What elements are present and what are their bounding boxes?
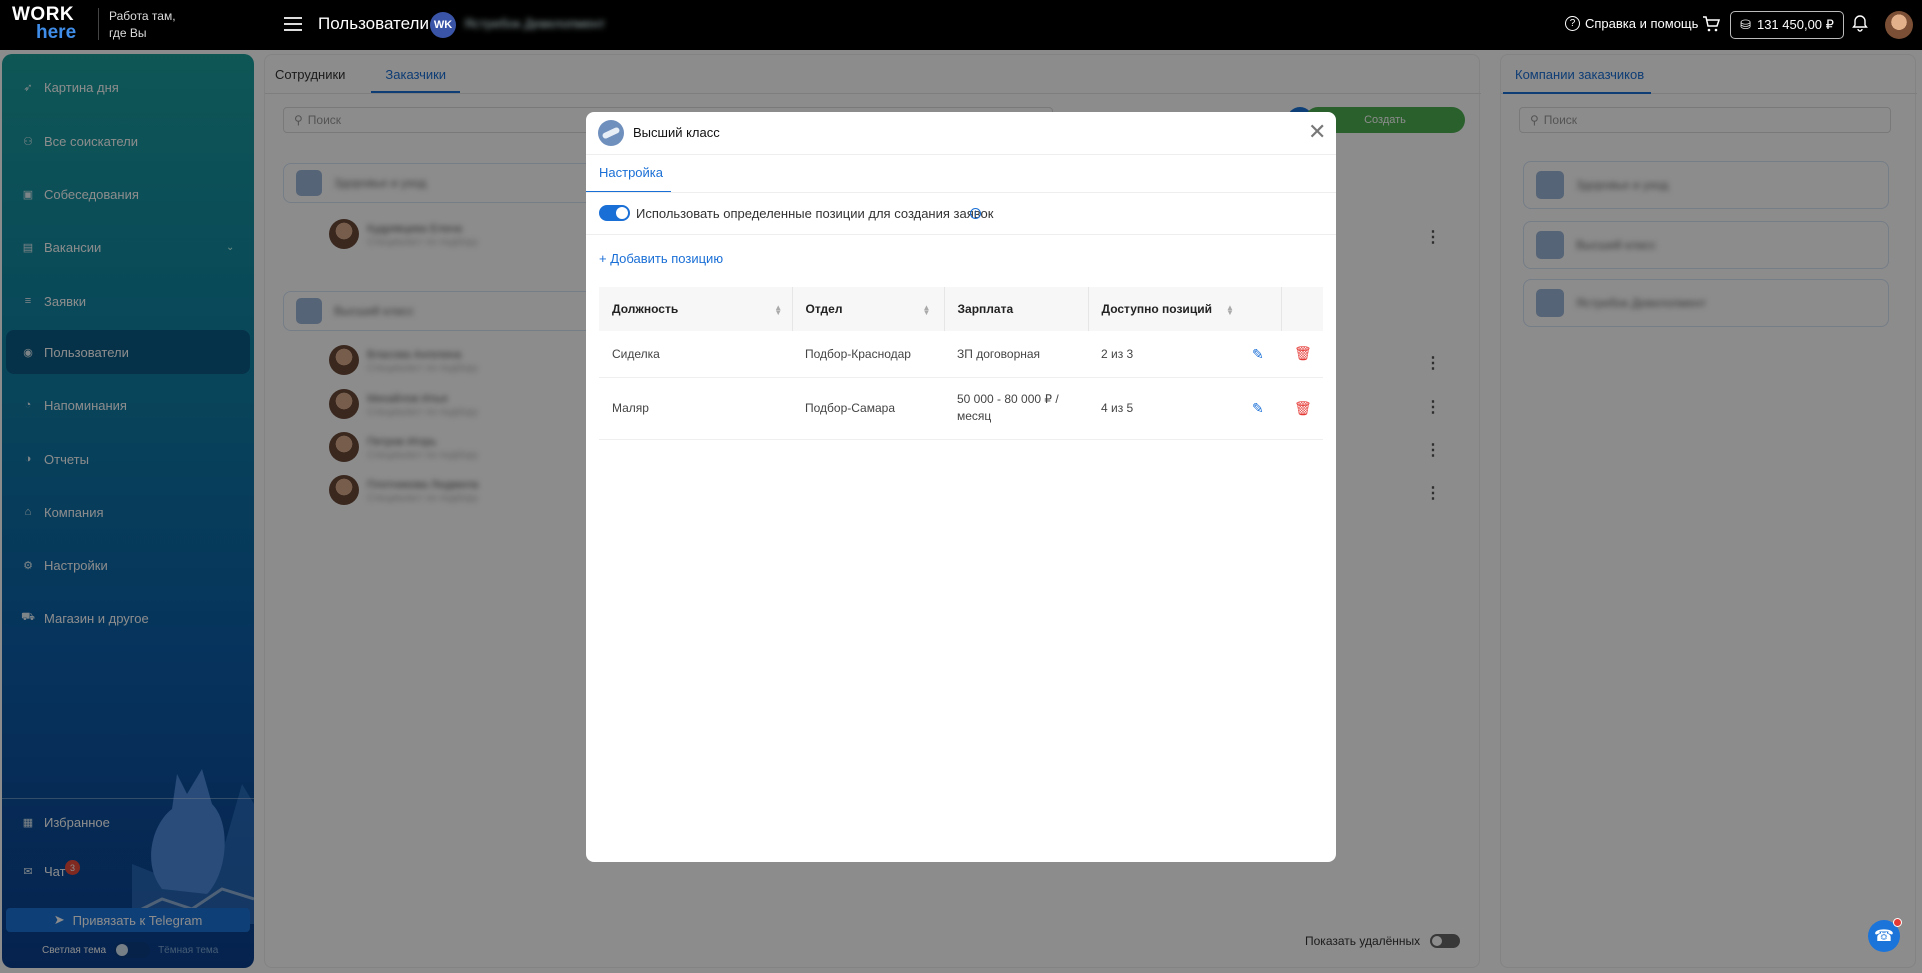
column-header-label: Отдел xyxy=(805,302,843,316)
cell-position: Сиделка xyxy=(599,331,792,378)
bell-icon[interactable] xyxy=(1852,14,1872,36)
tab-settings[interactable]: Настройка xyxy=(599,165,663,180)
use-positions-label: Использовать определенные позиции для со… xyxy=(636,206,994,221)
cell-available: 4 из 5 ✎ xyxy=(1088,377,1281,440)
cell-salary: ЗП договорная xyxy=(944,331,1088,378)
help-label: Справка и помощь xyxy=(1585,16,1699,31)
slogan-line-2: где Вы xyxy=(109,26,147,40)
coins-icon: ⛁ xyxy=(1740,17,1751,32)
divider xyxy=(586,234,1336,235)
logo-divider xyxy=(98,8,99,40)
cell-actions: 🗑 xyxy=(1281,377,1323,440)
chat-bubble-icon: ☎ xyxy=(1874,928,1894,945)
divider xyxy=(586,192,1336,193)
column-header-label: Должность xyxy=(612,302,679,316)
edit-icon[interactable]: ✎ xyxy=(1252,346,1264,363)
sort-icon[interactable]: ▲ ▼ xyxy=(1226,303,1234,316)
help-link[interactable]: ? Справка и помощь xyxy=(1565,16,1698,31)
modal-title: Высший класс xyxy=(633,125,720,140)
company-badge[interactable]: WK xyxy=(430,12,456,38)
sort-icon[interactable]: ▲ ▼ xyxy=(922,303,930,316)
notification-dot xyxy=(1893,918,1902,927)
support-chat-button[interactable]: ☎ xyxy=(1868,918,1902,952)
column-header-label: Зарплата xyxy=(957,302,1014,316)
delete-icon[interactable]: 🗑 xyxy=(1294,345,1312,361)
cell-position: Маляр xyxy=(599,377,792,440)
top-bar: WORK here Работа там, где Вы Пользовател… xyxy=(0,0,1922,50)
company-settings-modal: Высший класс ✕ Настройка Использовать оп… xyxy=(586,112,1336,862)
menu-toggle-icon[interactable] xyxy=(284,17,302,33)
workhere-logo[interactable]: WORK here xyxy=(12,5,80,43)
add-position-button[interactable]: + Добавить позицию xyxy=(599,251,723,266)
cart-icon[interactable] xyxy=(1702,15,1722,35)
column-header-department: Отдел ▲ ▼ xyxy=(792,287,945,331)
cell-available: 2 из 3 ✎ xyxy=(1088,331,1281,378)
slogan: Работа там, где Вы xyxy=(109,8,176,42)
use-positions-toggle[interactable] xyxy=(599,205,630,221)
column-header-label: Доступно позиций xyxy=(1101,302,1212,316)
cell-actions: 🗑 xyxy=(1281,331,1323,378)
close-icon[interactable]: ✕ xyxy=(1308,120,1326,144)
edit-icon[interactable]: ✎ xyxy=(1252,400,1264,417)
slogan-line-1: Работа там, xyxy=(109,9,176,23)
table-row: Сиделка Подбор-Краснодар ЗП договорная 2… xyxy=(599,331,1323,378)
available-count: 4 из 5 xyxy=(1101,401,1134,415)
table-header-row: Должность ▲ ▼ Отдел ▲ ▼ Зарплата Доступно по… xyxy=(599,287,1323,331)
column-header-available[interactable]: Доступно позиций ▲ ▼ xyxy=(1088,287,1282,331)
column-header-salary: Зарплата xyxy=(944,287,1089,331)
page-title: Пользователи xyxy=(318,14,429,33)
question-icon: ? xyxy=(1565,16,1580,31)
cell-department: Подбор-Самара xyxy=(792,377,944,440)
company-name[interactable]: Ястребок Девелопмент xyxy=(464,16,605,31)
divider xyxy=(586,154,1336,155)
company-logo xyxy=(598,120,624,146)
balance-value: 131 450,00 ₽ xyxy=(1756,17,1834,32)
sort-icon[interactable]: ▲ ▼ xyxy=(774,303,782,316)
cell-department: Подбор-Краснодар xyxy=(792,331,944,378)
column-header-actions xyxy=(1281,287,1323,331)
positions-table: Должность ▲ ▼ Отдел ▲ ▼ Зарплата Доступно по… xyxy=(599,287,1323,440)
logo-word-here: here xyxy=(36,22,77,43)
cell-salary: 50 000 - 80 000 ₽ / месяц xyxy=(944,377,1088,440)
info-icon[interactable]: i xyxy=(970,208,981,219)
balance-button[interactable]: ⛁ 131 450,00 ₽ xyxy=(1730,11,1844,39)
delete-icon[interactable]: 🗑 xyxy=(1294,400,1312,416)
column-header-position[interactable]: Должность ▲ ▼ xyxy=(599,287,793,331)
available-count: 2 из 3 xyxy=(1101,346,1134,361)
user-avatar[interactable] xyxy=(1885,11,1913,39)
table-row: Маляр Подбор-Самара 50 000 - 80 000 ₽ / … xyxy=(599,377,1323,440)
